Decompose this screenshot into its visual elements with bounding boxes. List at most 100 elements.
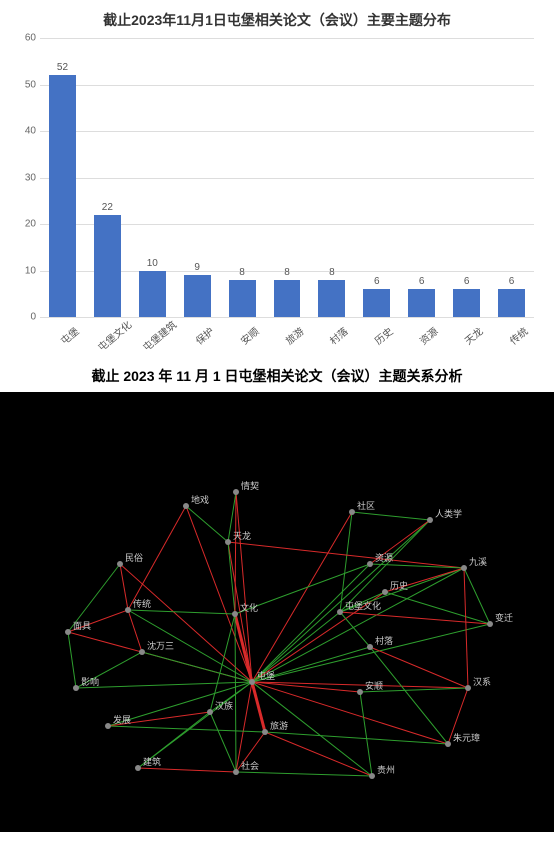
- network-node: [349, 509, 355, 515]
- bar-chart-panel: 截止2023年11月1日屯堡相关论文（会议）主要主题分布 01020304050…: [0, 0, 554, 360]
- y-tick-label: 60: [14, 33, 36, 44]
- y-tick-label: 50: [14, 79, 36, 90]
- bar-value-label: 6: [464, 276, 470, 287]
- bar-rect: [94, 215, 121, 317]
- bar-rect: [318, 280, 345, 317]
- network-edge: [464, 568, 490, 624]
- network-edge: [265, 732, 448, 744]
- bar-rect: [229, 280, 256, 317]
- network-node-label: 汉族: [215, 700, 233, 711]
- bar-value-label: 22: [102, 202, 113, 213]
- network-edge: [360, 692, 372, 776]
- network-node: [337, 609, 343, 615]
- network-edge: [236, 682, 252, 772]
- bar-column: 8: [309, 38, 354, 317]
- network-edge: [76, 682, 252, 688]
- network-node-label: 民俗: [125, 552, 143, 563]
- bars-container: 52 22 10 9 8 8 8 6 6 6 6: [40, 38, 534, 317]
- network-node: [125, 607, 131, 613]
- bar-rect: [49, 75, 76, 317]
- bar-value-label: 9: [194, 262, 200, 273]
- network-node: [183, 503, 189, 509]
- network-node-label: 沈万三: [147, 640, 174, 651]
- network-node: [357, 689, 363, 695]
- network-edge: [370, 647, 468, 688]
- y-tick-label: 20: [14, 219, 36, 230]
- network-node: [105, 723, 111, 729]
- network-edge: [120, 564, 128, 610]
- network-edge: [370, 647, 448, 744]
- bar-column: 52: [40, 38, 85, 317]
- network-node: [139, 649, 145, 655]
- bar-value-label: 6: [419, 276, 425, 287]
- network-edge: [340, 612, 370, 647]
- bar-column: 6: [399, 38, 444, 317]
- network-node: [427, 517, 433, 523]
- network-node-label: 天龙: [233, 530, 251, 541]
- network-node: [207, 709, 213, 715]
- network-node-label: 社区: [357, 500, 375, 511]
- network-node-label: 安顺: [365, 680, 383, 691]
- network-edge: [138, 768, 236, 772]
- network-node: [445, 741, 451, 747]
- network-node-label: 面具: [73, 621, 91, 631]
- bar-value-label: 8: [329, 267, 335, 278]
- network-node: [225, 539, 231, 545]
- y-tick-label: 10: [14, 265, 36, 276]
- y-tick-label: 40: [14, 126, 36, 137]
- network-edge: [265, 732, 372, 776]
- network-edge: [352, 512, 430, 520]
- network-edge: [236, 772, 372, 776]
- network-node-label: 文化: [240, 602, 258, 613]
- bar-rect: [408, 289, 435, 317]
- network-node: [369, 773, 375, 779]
- network-node-label: 屯堡: [257, 670, 275, 681]
- bar-column: 6: [354, 38, 399, 317]
- network-node: [382, 589, 388, 595]
- bar-value-label: 10: [147, 258, 158, 269]
- network-edge: [68, 632, 76, 688]
- network-node-label: 九溪: [469, 556, 487, 567]
- bar-x-labels: 屯堡屯堡文化屯堡建筑保护安顺旅游村落历史资源天龙传统: [40, 318, 534, 366]
- network-node-label: 传统: [133, 598, 151, 609]
- network-edge: [235, 492, 236, 614]
- bar-chart-title: 截止2023年11月1日屯堡相关论文（会议）主要主题分布: [12, 10, 542, 30]
- network-node-label: 发展: [113, 714, 131, 725]
- bar-column: 9: [175, 38, 220, 317]
- bar-value-label: 52: [57, 62, 68, 73]
- network-node: [73, 685, 79, 691]
- network-chart-panel: 截止 2023 年 11 月 1 日屯堡相关论文（会议）主题关系分析 屯堡屯堡文…: [0, 360, 554, 832]
- network-node-label: 村落: [375, 635, 393, 646]
- network-node: [135, 765, 141, 771]
- network-node-label: 贵州: [377, 764, 395, 775]
- network-node: [262, 729, 268, 735]
- bar-rect: [139, 271, 166, 318]
- bar-value-label: 6: [374, 276, 380, 287]
- bar-rect: [274, 280, 301, 317]
- network-node: [233, 769, 239, 775]
- network-node: [465, 685, 471, 691]
- bar-column: 8: [220, 38, 265, 317]
- bar-value-label: 6: [509, 276, 515, 287]
- network-node: [461, 565, 467, 571]
- y-tick-label: 0: [14, 312, 36, 323]
- network-node-label: 社会: [241, 760, 259, 771]
- bar-value-label: 8: [284, 267, 290, 278]
- bar-rect: [363, 289, 390, 317]
- bar-column: 10: [130, 38, 175, 317]
- network-node: [232, 611, 238, 617]
- network-node: [233, 489, 239, 495]
- bar-rect: [453, 289, 480, 317]
- network-edge: [210, 712, 236, 772]
- network-edge: [464, 568, 468, 688]
- network-node: [65, 629, 71, 635]
- network-node-label: 变迁: [495, 612, 513, 623]
- bar-plot-area: 010203040506052221098886666: [40, 38, 534, 318]
- network-node-label: 影响: [81, 676, 99, 687]
- bar-column: 6: [489, 38, 534, 317]
- network-edge: [385, 592, 490, 624]
- bar-value-label: 8: [239, 267, 245, 278]
- network-node-label: 朱元璋: [453, 732, 480, 743]
- network-node-label: 建筑: [143, 756, 161, 767]
- network-node-label: 地戏: [191, 494, 209, 505]
